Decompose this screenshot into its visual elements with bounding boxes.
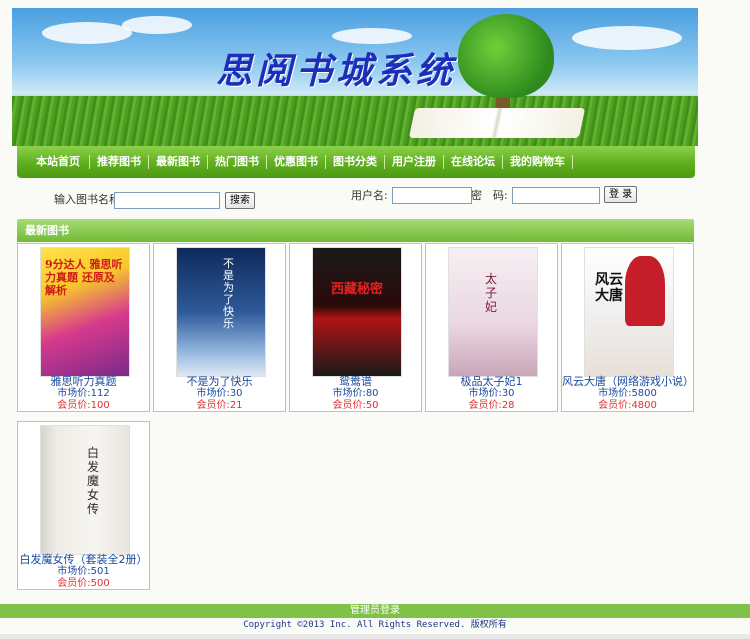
book-cover[interactable]: 白发魔女传: [40, 425, 130, 555]
book-card[interactable]: 西藏秘密 鸳鸯谱 市场价:80 会员价:50: [289, 243, 422, 412]
book-name[interactable]: 极品太子妃1: [426, 376, 557, 388]
footer-divider: [0, 634, 750, 639]
username-field[interactable]: [392, 187, 472, 204]
member-price: 会员价:21: [196, 400, 243, 411]
search-login-bar: 输入图书名称 搜索 用户名: 密 码: 登 录: [0, 186, 750, 209]
book-name[interactable]: 风云大唐（网络游戏小说）: [562, 376, 694, 388]
member-price: 会员价:28: [468, 400, 515, 411]
password-label: 密 码:: [471, 189, 508, 202]
book-cover-text: 西藏秘密: [330, 282, 383, 297]
book-cover-text: 太子妃: [485, 272, 498, 314]
book-name[interactable]: 鸳鸯谱: [290, 376, 421, 388]
nav-forum[interactable]: 在线论坛: [444, 155, 503, 169]
market-price: 市场价:80: [332, 388, 379, 399]
book-cover-text: 风云大唐: [595, 272, 623, 304]
copyright-text: Copyright ©2013 Inc. All Rights Reserved…: [243, 620, 507, 630]
login-button[interactable]: 登 录: [604, 186, 638, 203]
market-price: 市场价:30: [196, 388, 243, 399]
search-button[interactable]: 搜索: [225, 192, 255, 209]
book-name[interactable]: 不是为了快乐: [154, 376, 285, 388]
book-cover[interactable]: 风云大唐: [584, 247, 674, 377]
nav-register[interactable]: 用户注册: [385, 155, 444, 169]
member-price: 会员价:4800: [598, 400, 657, 411]
book-card[interactable]: 风云大唐 风云大唐（网络游戏小说） 市场价:5800 会员价:4800: [561, 243, 694, 412]
book-cover[interactable]: 太子妃: [448, 247, 538, 377]
book-card[interactable]: 不是为了快乐 不是为了快乐 市场价:30 会员价:21: [153, 243, 286, 412]
nav-newest[interactable]: 最新图书: [149, 155, 208, 169]
book-cover[interactable]: 不是为了快乐: [176, 247, 266, 377]
nav-discount[interactable]: 优惠图书: [267, 155, 326, 169]
book-name[interactable]: 雅思听力真题: [18, 376, 149, 388]
book-card[interactable]: 9分达人 雅思听力真题 还原及解析 雅思听力真题 市场价:112 会员价:100: [17, 243, 150, 412]
market-price: 市场价:112: [57, 388, 110, 399]
book-cover-text: 9分达人 雅思听力真题 还原及解析: [45, 258, 123, 297]
nav-home[interactable]: 本站首页: [29, 155, 90, 169]
open-book-icon: [408, 108, 586, 138]
heart-tree-icon: [458, 14, 554, 98]
book-cover-text: 白发魔女传: [87, 446, 100, 516]
nav-hot[interactable]: 热门图书: [208, 155, 267, 169]
nav-categories[interactable]: 图书分类: [326, 155, 385, 169]
site-title: 思阅书城系统: [216, 50, 457, 92]
admin-login-link[interactable]: 管理员登录: [0, 604, 750, 618]
market-price: 市场价:501: [57, 566, 110, 577]
member-price: 会员价:100: [57, 400, 110, 411]
main-nav: 本站首页 推荐图书 最新图书 热门图书 优惠图书 图书分类 用户注册 在线论坛 …: [17, 146, 695, 178]
site-banner: 思阅书城系统: [12, 8, 698, 146]
member-price: 会员价:500: [57, 578, 110, 589]
search-label: 输入图书名称: [54, 193, 120, 206]
book-cover-text: 不是为了快乐: [223, 257, 234, 330]
market-price: 市场价:30: [468, 388, 515, 399]
book-cover[interactable]: 西藏秘密: [312, 247, 402, 377]
member-price: 会员价:50: [332, 400, 379, 411]
section-title: 最新图书: [17, 219, 694, 242]
book-cover[interactable]: 9分达人 雅思听力真题 还原及解析: [40, 247, 130, 377]
book-card[interactable]: 白发魔女传 白发魔女传（套装全2册） 市场价:501 会员价:500: [17, 421, 150, 590]
username-label: 用户名:: [351, 189, 388, 202]
book-card[interactable]: 太子妃 极品太子妃1 市场价:30 会员价:28: [425, 243, 558, 412]
search-input[interactable]: [114, 192, 220, 209]
password-field[interactable]: [512, 187, 600, 204]
nav-recommended[interactable]: 推荐图书: [90, 155, 149, 169]
book-name[interactable]: 白发魔女传（套装全2册）: [18, 554, 149, 566]
nav-cart[interactable]: 我的购物车: [503, 155, 573, 169]
market-price: 市场价:5800: [598, 388, 657, 399]
